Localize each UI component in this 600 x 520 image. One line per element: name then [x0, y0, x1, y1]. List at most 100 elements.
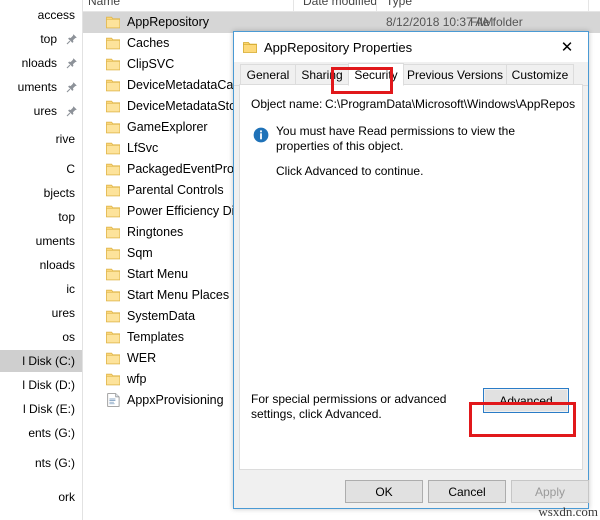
- column-separator[interactable]: [376, 0, 377, 11]
- file-name-cell: LfSvc: [127, 141, 159, 155]
- navigation-pane[interactable]: access top nloads uments ures rive Cbjects top u…: [0, 0, 83, 520]
- tab-security[interactable]: Security: [348, 63, 404, 86]
- column-header-type[interactable]: Type: [386, 0, 412, 8]
- nav-item-local-disk-e[interactable]: l Disk (E:): [0, 398, 83, 420]
- file-name-cell: Start Menu: [127, 267, 189, 281]
- file-name-cell: DeviceMetadataStore: [127, 99, 248, 113]
- nav-item-label: l Disk (E:): [23, 402, 75, 416]
- nav-item-onedrive[interactable]: rive: [0, 128, 83, 150]
- button-label: OK: [375, 484, 393, 499]
- info-message: You must have Read permissions to view t…: [276, 124, 516, 153]
- nav-item-label: ork: [58, 490, 75, 504]
- file-name-cell: AppRepository: [127, 15, 209, 29]
- folder-icon: [106, 120, 121, 134]
- security-tab-panel: Object name: C:\ProgramData\Microsoft\Wi…: [239, 84, 583, 470]
- permissions-note: For special permissions or advanced sett…: [251, 392, 447, 421]
- file-name-cell: Ringtones: [127, 225, 184, 239]
- button-label: Apply: [534, 484, 566, 499]
- nav-item-downloads[interactable]: nloads: [0, 254, 83, 276]
- object-name-value: C:\ProgramData\Microsoft\Windows\AppRepo…: [325, 97, 575, 111]
- nav-item-label: ents (G:): [28, 426, 75, 440]
- table-row[interactable]: AppRepository 8/12/2018 10:37 AM File fold…: [83, 12, 600, 33]
- nav-item-documents-g[interactable]: nts (G:): [0, 452, 83, 474]
- nav-item-this-pc[interactable]: C: [0, 158, 83, 180]
- object-name-label: Object name:: [251, 97, 323, 111]
- file-name-cell: WER: [127, 351, 157, 365]
- cancel-button[interactable]: Cancel: [428, 480, 506, 503]
- tab-general[interactable]: General: [240, 64, 296, 85]
- file-name-cell: SystemData: [127, 309, 196, 323]
- close-icon[interactable]: ✕: [546, 32, 588, 61]
- nav-item-label: nts (G:): [34, 456, 75, 470]
- nav-item-label: bjects: [43, 186, 75, 200]
- folder-icon: [106, 288, 121, 302]
- folder-icon: [106, 78, 121, 92]
- file-name-cell: Caches: [127, 36, 170, 50]
- folder-icon: [106, 330, 121, 344]
- column-separator[interactable]: [293, 0, 294, 11]
- file-name-cell: wfp: [127, 372, 147, 386]
- advanced-button[interactable]: Advanced: [483, 388, 569, 413]
- nav-item-label: ures: [51, 306, 75, 320]
- file-name-cell: Start Menu Places: [127, 288, 230, 302]
- nav-item-3d-objects[interactable]: bjects: [0, 182, 83, 204]
- folder-icon: [243, 40, 257, 54]
- properties-dialog: AppRepository Properties ✕ General Sharin…: [233, 31, 589, 509]
- folder-icon: [106, 57, 121, 71]
- tab-customize[interactable]: Customize: [506, 64, 574, 85]
- column-header-date-modified[interactable]: Date modified: [303, 0, 377, 8]
- nav-item-label: l Disk (D:): [22, 378, 75, 392]
- nav-item-pictures[interactable]: ures: [0, 302, 83, 324]
- nav-item-desktop[interactable]: top: [0, 28, 83, 50]
- nav-item-pictures[interactable]: ures: [0, 100, 83, 122]
- folder-icon: [106, 36, 121, 50]
- pin-icon[interactable]: [66, 33, 78, 45]
- folder-icon: [106, 267, 121, 281]
- pin-icon[interactable]: [66, 81, 78, 93]
- tab-label: Previous Versions: [406, 68, 504, 82]
- nav-item-desktop[interactable]: top: [0, 206, 83, 228]
- dialog-tabstrip[interactable]: General Sharing Security Previous Versions C…: [234, 62, 588, 86]
- column-header-name[interactable]: Name: [88, 0, 120, 8]
- folder-icon: [106, 162, 121, 176]
- file-name-cell: ClipSVC: [127, 57, 175, 71]
- nav-item-local-disk-c[interactable]: l Disk (C:): [0, 350, 83, 372]
- tab-previous-versions[interactable]: Previous Versions: [403, 64, 507, 85]
- nav-item-label: nloads: [21, 56, 57, 70]
- folder-icon: [106, 351, 121, 365]
- screenshot-root: access top nloads uments ures rive Cbjects top u…: [0, 0, 600, 520]
- tab-label: General: [246, 68, 290, 82]
- folder-icon: [106, 204, 121, 218]
- tab-label: Customize: [511, 68, 569, 82]
- pin-icon[interactable]: [66, 57, 78, 69]
- xml-file-icon: [107, 393, 120, 407]
- nav-item-documents[interactable]: uments: [0, 230, 83, 252]
- tab-label: Sharing: [301, 68, 343, 82]
- folder-icon: [106, 99, 121, 113]
- column-separator[interactable]: [588, 0, 589, 11]
- watermark: wsxdn.com: [538, 504, 598, 519]
- folder-icon: [106, 225, 121, 239]
- nav-item-music[interactable]: ic: [0, 278, 83, 300]
- pin-icon[interactable]: [66, 105, 78, 117]
- file-name-cell: GameExplorer: [127, 120, 208, 134]
- nav-item-label: top: [58, 210, 75, 224]
- tab-sharing[interactable]: Sharing: [295, 64, 349, 85]
- folder-icon: [106, 372, 121, 386]
- info-icon: [253, 127, 269, 143]
- nav-item-label: rive: [55, 132, 75, 146]
- nav-item-network[interactable]: ork: [0, 486, 83, 508]
- nav-item-local-disk-d[interactable]: l Disk (D:): [0, 374, 83, 396]
- nav-item-label: C: [66, 162, 75, 176]
- column-header-row[interactable]: Name Date modified Type: [83, 0, 600, 12]
- nav-item-documents-g[interactable]: ents (G:): [0, 422, 83, 444]
- ok-button[interactable]: OK: [345, 480, 423, 503]
- nav-item-label: access: [37, 8, 75, 22]
- dialog-titlebar: AppRepository Properties ✕: [234, 32, 588, 62]
- nav-item-downloads[interactable]: nloads: [0, 52, 83, 74]
- nav-item-videos[interactable]: os: [0, 326, 83, 348]
- file-name-cell: Parental Controls: [127, 183, 224, 197]
- nav-item-label: ic: [66, 282, 75, 296]
- nav-item-quick-access[interactable]: access: [0, 4, 83, 26]
- nav-item-documents[interactable]: uments: [0, 76, 83, 98]
